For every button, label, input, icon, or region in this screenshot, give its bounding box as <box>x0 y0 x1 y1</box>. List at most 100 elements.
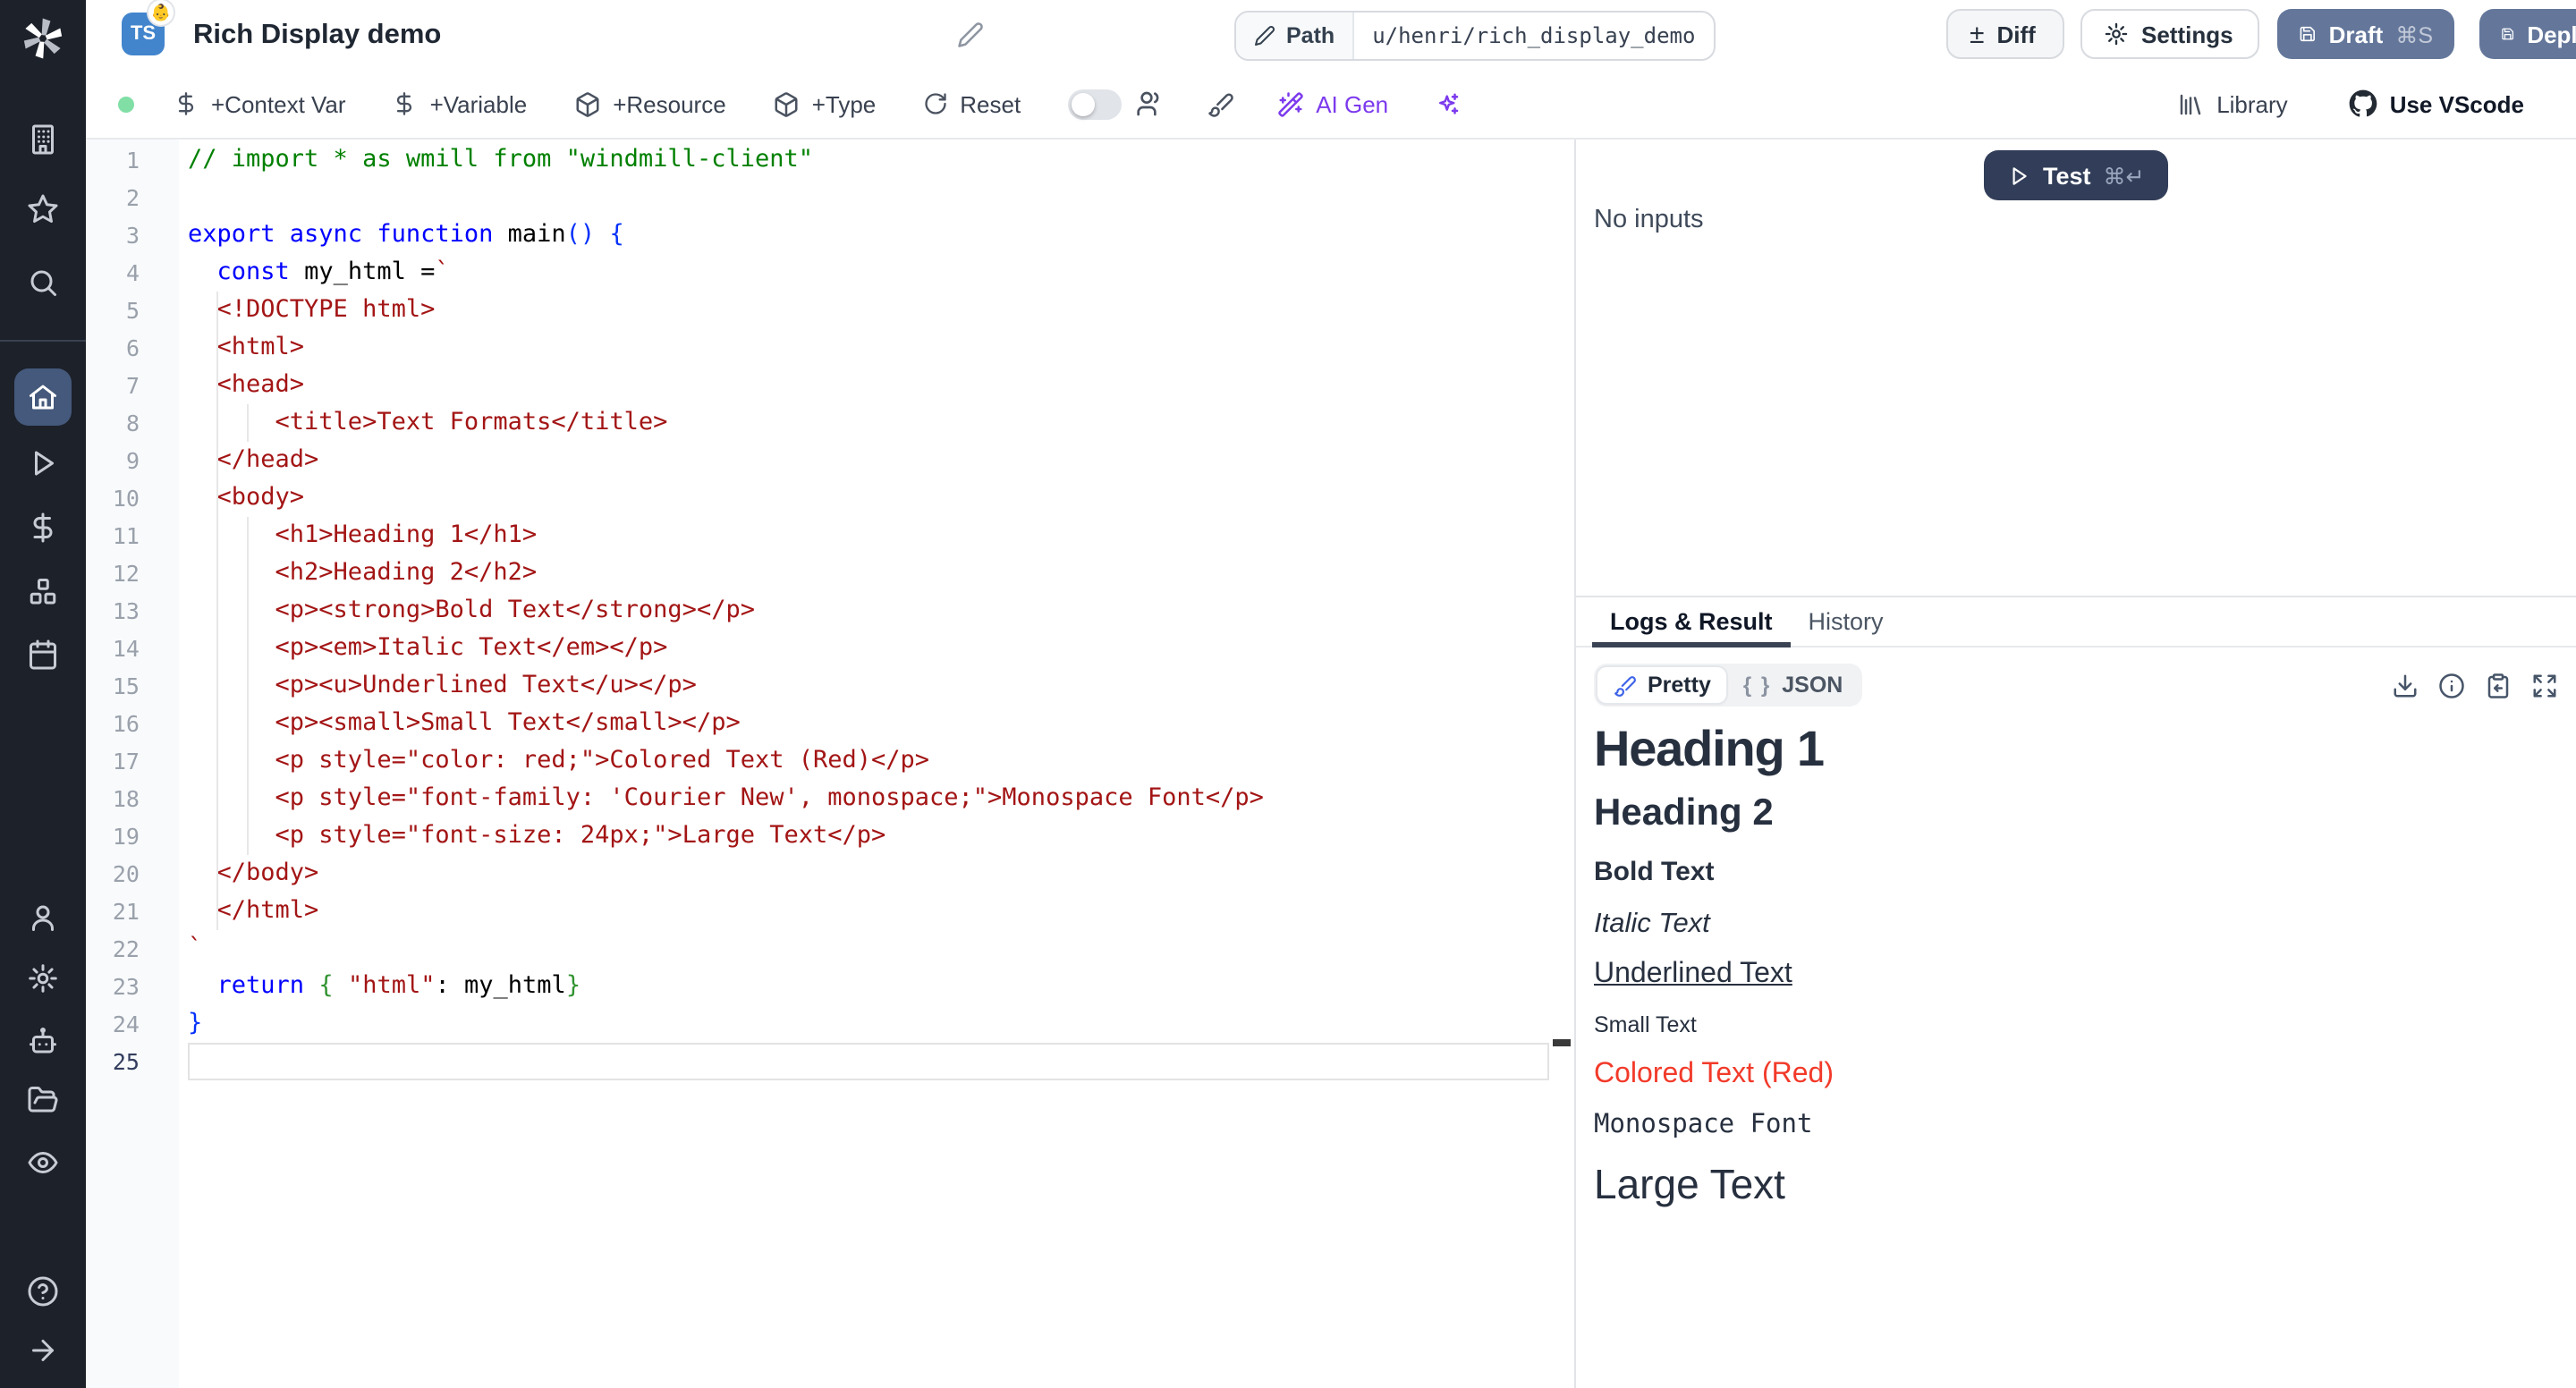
run-input-pane: Test ⌘↵ No inputs <box>1576 140 2576 596</box>
view-toggle-pretty[interactable]: Pretty <box>1597 667 1727 703</box>
line-number: 8 <box>86 404 140 442</box>
building-icon[interactable] <box>27 123 59 156</box>
draft-button[interactable]: Draft ⌘S <box>2277 9 2454 59</box>
search-icon[interactable] <box>27 267 59 299</box>
folders-icon[interactable] <box>27 1084 59 1116</box>
code-editor[interactable]: 1234567891011121314151617181920212223242… <box>86 140 1574 1388</box>
indent-guide <box>216 292 218 930</box>
editor-gutter: 1234567891011121314151617181920212223242… <box>86 140 179 1388</box>
tab-history[interactable]: History <box>1791 597 1902 646</box>
code-line-19: <p style="font-size: 24px;">Large Text</… <box>188 817 1549 855</box>
code-line-4: const my_html =` <box>188 254 1549 292</box>
path-control[interactable]: Path u/henri/rich_display_demo <box>1234 11 1715 61</box>
resources-boxes-icon[interactable] <box>27 576 59 608</box>
code-line-14: <p><em>Italic Text</em></p> <box>188 630 1549 667</box>
line-number: 16 <box>86 705 140 742</box>
wand-icon <box>1276 90 1303 117</box>
collapse-arrow-right-icon[interactable] <box>27 1334 59 1367</box>
view-toggle: Pretty { } JSON <box>1594 664 1862 707</box>
line-number: 13 <box>86 592 140 630</box>
reset-button[interactable]: Reset <box>922 90 1021 117</box>
runs-play-icon[interactable] <box>27 447 59 479</box>
result-tabs: Logs & Result History <box>1576 597 2576 647</box>
code-line-10: <body> <box>188 479 1549 517</box>
info-icon[interactable] <box>2438 672 2465 698</box>
result-item-red: Colored Text (Red) <box>1594 1060 2558 1092</box>
multiplayer-toggle[interactable] <box>1067 89 1121 119</box>
code-line-12: <h2>Heading 2</h2> <box>188 554 1549 592</box>
line-number: 18 <box>86 780 140 817</box>
code-line-9: </head> <box>188 442 1549 479</box>
variables-dollar-icon[interactable] <box>27 512 59 544</box>
code-line-15: <p><u>Underlined Text</u></p> <box>188 667 1549 705</box>
ai-gen-button[interactable]: AI Gen <box>1276 90 1388 117</box>
line-number: 11 <box>86 517 140 554</box>
settings-button[interactable]: Settings <box>2080 9 2259 59</box>
library-button[interactable]: Library <box>2177 90 2288 117</box>
code-line-7: <head> <box>188 367 1549 404</box>
test-button[interactable]: Test ⌘↵ <box>1984 150 2168 200</box>
top-header: TS 👶 Rich Display demo Path u/henri/rich… <box>86 0 2576 72</box>
dollar-icon <box>393 91 418 116</box>
result-actions <box>2392 672 2558 698</box>
deploy-button[interactable]: Deploy <box>2479 9 2576 59</box>
code-line-22: ` <box>188 930 1549 968</box>
line-number: 22 <box>86 930 140 968</box>
result-item-small: Small Text <box>1594 1013 2558 1038</box>
typescript-badge: TS 👶 <box>122 13 165 55</box>
line-number: 14 <box>86 630 140 667</box>
line-number: 7 <box>86 367 140 404</box>
line-number: 21 <box>86 893 140 930</box>
edit-summary-pencil-icon[interactable] <box>957 21 984 48</box>
line-number: 12 <box>86 554 140 592</box>
schedules-calendar-icon[interactable] <box>27 639 59 671</box>
audit-eye-icon[interactable] <box>27 1147 59 1179</box>
code-line-20: </body> <box>188 855 1549 893</box>
left-sidebar <box>0 0 86 1388</box>
line-number: 20 <box>86 855 140 893</box>
plus-minus-icon: ± <box>1970 19 1984 49</box>
save-icon <box>2299 21 2317 47</box>
path-value[interactable]: u/henri/rich_display_demo <box>1354 13 1713 59</box>
multiplayer-users-icon[interactable] <box>1135 89 1164 118</box>
library-icon <box>2177 90 2204 117</box>
code-line-6: <html> <box>188 329 1549 367</box>
add-resource-button[interactable]: +Resource <box>573 90 725 117</box>
download-icon[interactable] <box>2392 672 2419 698</box>
line-number: 25 <box>86 1043 140 1080</box>
expand-icon[interactable] <box>2531 672 2558 698</box>
code-line-11: <h1>Heading 1</h1> <box>188 517 1549 554</box>
tab-logs-result[interactable]: Logs & Result <box>1592 597 1791 646</box>
format-brush-icon[interactable] <box>1207 90 1233 117</box>
indent-guide <box>246 517 248 855</box>
workers-bot-icon[interactable] <box>27 1025 59 1057</box>
windmill-logo-icon[interactable] <box>19 14 67 63</box>
line-number: 15 <box>86 667 140 705</box>
logs-result-pane: Logs & Result History Pretty { } JSON <box>1576 597 2576 1388</box>
ai-sparkles-icon[interactable] <box>1435 90 1462 117</box>
code-line-2 <box>188 179 1549 216</box>
use-vscode-button[interactable]: Use VScode <box>2349 89 2524 118</box>
settings-gear-icon[interactable] <box>27 962 59 994</box>
sidebar-item-home[interactable] <box>14 368 72 426</box>
add-type-button[interactable]: +Type <box>773 90 877 117</box>
package-icon <box>573 90 600 117</box>
line-number: 19 <box>86 817 140 855</box>
help-icon[interactable] <box>27 1275 59 1308</box>
add-variable-button[interactable]: +Variable <box>393 90 528 117</box>
view-toggle-json[interactable]: { } JSON <box>1727 667 1859 703</box>
clipboard-copy-icon[interactable] <box>2485 672 2512 698</box>
star-icon[interactable] <box>27 193 59 225</box>
user-icon[interactable] <box>27 901 59 934</box>
path-label-segment[interactable]: Path <box>1236 13 1354 59</box>
diff-button[interactable]: ± Diff <box>1946 9 2064 59</box>
overview-ruler-cursor-marker <box>1553 1039 1571 1046</box>
code-lines[interactable]: // import * as wmill from "windmill-clie… <box>188 141 1549 1080</box>
dollar-icon <box>174 91 199 116</box>
line-number: 17 <box>86 742 140 780</box>
draft-shortcut: ⌘S <box>2395 21 2433 47</box>
add-context-var-button[interactable]: +Context Var <box>174 90 346 117</box>
code-line-13: <p><strong>Bold Text</strong></p> <box>188 592 1549 630</box>
result-item-h1: Heading 1 <box>1594 721 2558 778</box>
play-icon <box>2007 164 2030 187</box>
